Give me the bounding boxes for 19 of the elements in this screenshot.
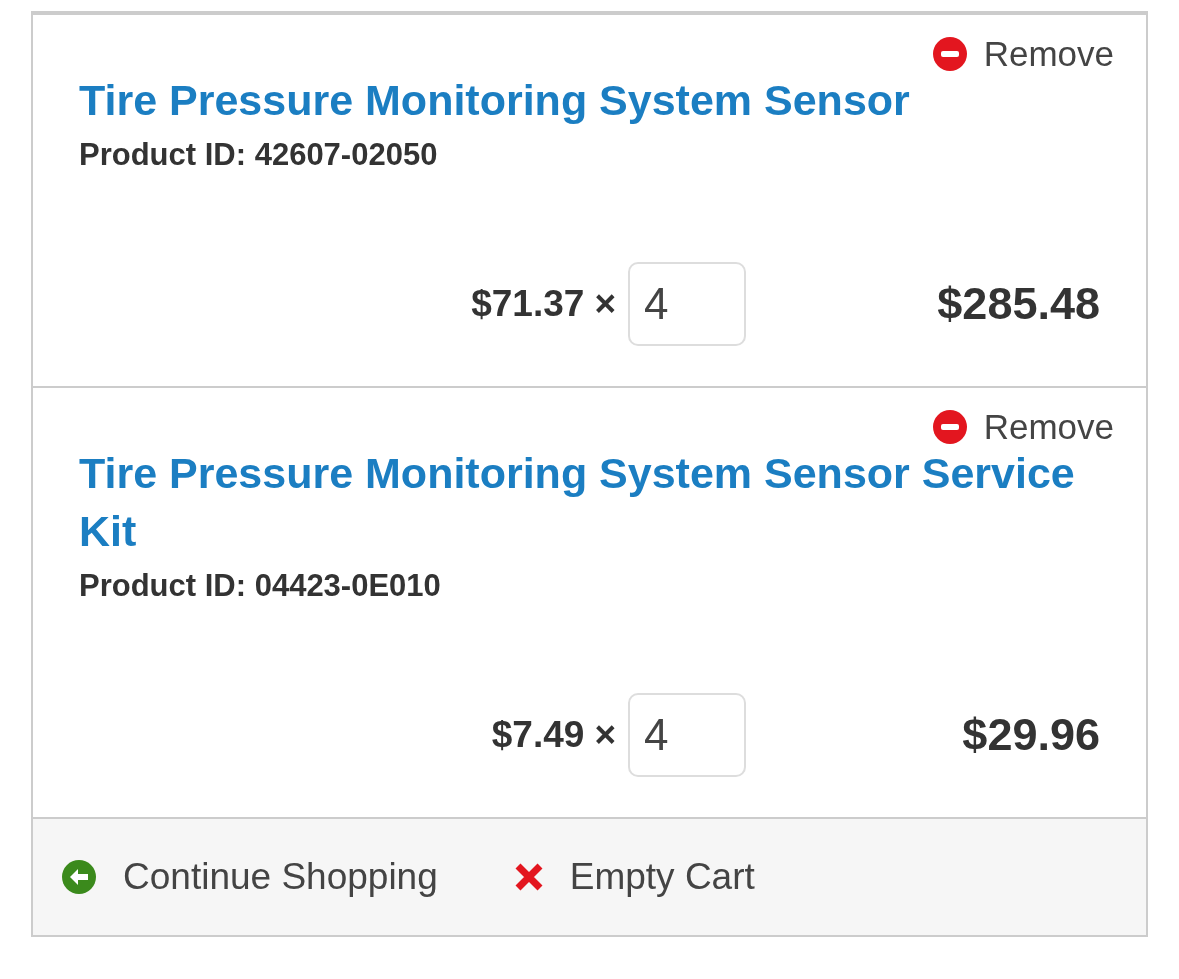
- remove-icon: [932, 37, 967, 71]
- empty-cart-link[interactable]: Empty Cart: [513, 849, 755, 905]
- line-total: $29.96: [962, 708, 1100, 763]
- quantity-field[interactable]: 4: [628, 693, 746, 777]
- product-id: Product ID: 42607-02050: [79, 137, 439, 173]
- close-icon: [513, 862, 544, 892]
- quantity-field[interactable]: 4: [628, 262, 746, 346]
- multiply-sign: ×: [594, 282, 616, 327]
- line-total: $285.48: [937, 277, 1100, 332]
- continue-shopping-link[interactable]: Continue Shopping: [62, 849, 438, 905]
- multiply-sign: ×: [594, 713, 616, 758]
- product-id: Product ID: 04423-0E010: [79, 568, 442, 604]
- remove-button[interactable]: Remove: [932, 410, 1114, 444]
- unit-price: $7.49: [491, 713, 585, 758]
- remove-icon: [932, 410, 967, 444]
- unit-price: $71.37: [471, 282, 585, 327]
- remove-button[interactable]: Remove: [932, 37, 1114, 71]
- product-title-link[interactable]: Tire Pressure Monitoring System Sensor Service Kit: [79, 444, 1100, 560]
- product-title-link[interactable]: Tire Pressure Monitoring System Sensor: [79, 71, 1100, 129]
